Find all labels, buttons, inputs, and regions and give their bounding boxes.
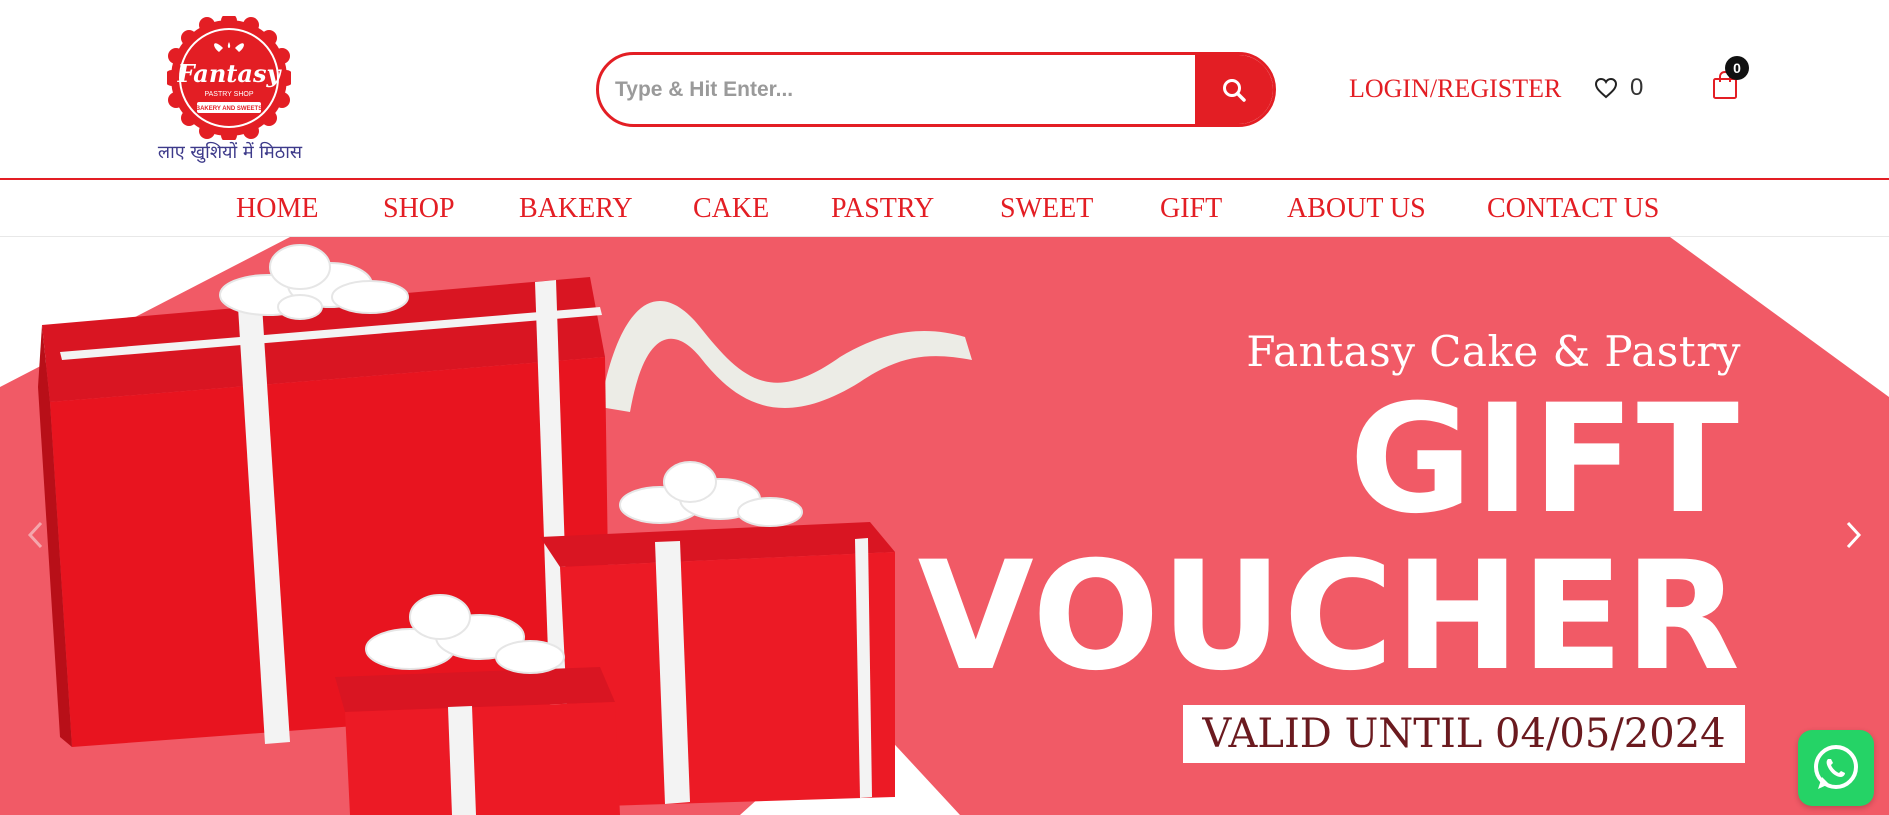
search-icon xyxy=(1223,78,1246,102)
logo-tagline: लाए खुशियों में मिठास xyxy=(157,142,303,163)
hero-title-line-1: GIFT xyxy=(1349,373,1741,547)
hero-validity-banner: VALID UNTIL 04/05/2024 xyxy=(1183,705,1745,763)
nav-home[interactable]: HOME xyxy=(236,193,318,225)
nav-cake[interactable]: CAKE xyxy=(693,193,769,225)
whatsapp-icon xyxy=(1814,745,1858,789)
nav-about-us[interactable]: ABOUT US xyxy=(1287,193,1426,225)
main-navigation: HOME SHOP BAKERY CAKE PASTRY SWEET GIFT … xyxy=(0,178,1889,237)
logo-brand-text: Fantasy xyxy=(177,59,283,88)
site-header: Fantasy PASTRY SHOP BAKERY AND SWEETS ला… xyxy=(0,0,1889,178)
chevron-left-icon xyxy=(27,521,43,549)
nav-contact-us[interactable]: CONTACT US xyxy=(1487,193,1659,225)
logo-badge: Fantasy PASTRY SHOP BAKERY AND SWEETS xyxy=(167,16,291,140)
cart-count-badge: 0 xyxy=(1725,56,1749,80)
logo-caption-text: BAKERY AND SWEETS xyxy=(196,106,262,112)
hero-subtitle: Fantasy Cake & Pastry xyxy=(1246,327,1741,376)
search-button[interactable] xyxy=(1195,55,1273,124)
login-register-link[interactable]: LOGIN/REGISTER xyxy=(1349,74,1561,104)
hero-title-line-2: VOUCHER xyxy=(917,530,1741,704)
nav-pastry[interactable]: PASTRY xyxy=(831,193,934,225)
chevron-right-icon xyxy=(1846,521,1862,549)
wishlist-count: 0 xyxy=(1630,74,1644,101)
slider-prev-button[interactable] xyxy=(20,515,50,555)
nav-shop[interactable]: SHOP xyxy=(383,193,455,225)
slider-next-button[interactable] xyxy=(1839,515,1869,555)
nav-bakery[interactable]: BAKERY xyxy=(519,193,633,225)
wishlist-button[interactable]: 0 xyxy=(1594,74,1643,102)
logo-subtitle-text: PASTRY SHOP xyxy=(204,91,253,98)
whatsapp-chat-button[interactable] xyxy=(1798,730,1874,806)
hero-slider: Fantasy Cake & Pastry GIFT VOUCHER VALID… xyxy=(0,237,1889,815)
nav-sweet[interactable]: SWEET xyxy=(1000,193,1093,225)
heart-icon xyxy=(1594,77,1618,99)
search-input[interactable] xyxy=(599,55,1194,124)
nav-gift[interactable]: GIFT xyxy=(1160,193,1222,225)
search-form xyxy=(596,52,1276,127)
site-logo[interactable]: Fantasy PASTRY SHOP BAKERY AND SWEETS ला… xyxy=(145,16,315,166)
